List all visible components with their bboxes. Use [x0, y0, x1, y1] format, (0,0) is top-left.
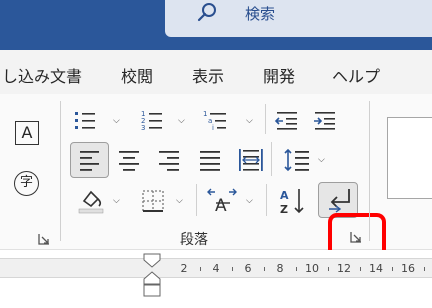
ruler-number: 6 [244, 262, 252, 275]
svg-text:Z: Z [280, 203, 288, 216]
chevron-down-icon[interactable]: ⌵ [113, 196, 120, 206]
ruler-number: 4 [212, 262, 220, 275]
styles-gallery-preview[interactable] [387, 117, 432, 199]
ruler-number: 16 [401, 262, 415, 275]
ruler-number: 12 [337, 262, 351, 275]
row-divider [196, 184, 197, 216]
increase-indent-icon[interactable] [312, 108, 340, 132]
paragraph-group-label: 段落 [180, 232, 208, 248]
tab-developer[interactable]: 開発 [263, 63, 295, 87]
svg-text:3: 3 [141, 124, 145, 132]
search-label[interactable]: 検索 [245, 3, 275, 24]
character-border-button[interactable]: A [15, 121, 39, 145]
indent-markers-icon[interactable] [143, 253, 161, 299]
font-dialog-launcher-icon[interactable] [37, 232, 51, 246]
svg-text:A: A [215, 196, 227, 214]
sort-icon[interactable]: A Z [278, 186, 308, 216]
asian-layout-icon[interactable]: A [205, 186, 239, 214]
ruler-tick [296, 267, 297, 271]
svg-text:A: A [280, 189, 289, 202]
row-divider [271, 142, 272, 176]
search-icon [197, 3, 216, 22]
tab-help[interactable]: ヘルプ [332, 63, 380, 87]
ruler-tick [232, 267, 233, 271]
tab-mailings[interactable]: し込み文書 [2, 63, 82, 87]
enclose-characters-glyph: 字 [19, 175, 33, 190]
shading-icon[interactable] [76, 186, 106, 214]
ruler-number: 8 [276, 262, 284, 275]
justify-icon[interactable] [198, 148, 222, 172]
ruler-tick [360, 267, 361, 271]
tab-view[interactable]: 表示 [192, 63, 224, 87]
ruler-tick [424, 267, 425, 271]
svg-text:1: 1 [203, 110, 207, 118]
multilevel-list-icon[interactable]: 1 a i [202, 108, 236, 132]
ruler-number: 10 [305, 262, 319, 275]
ruler-tick [392, 267, 393, 271]
decrease-indent-icon[interactable] [274, 108, 302, 132]
chevron-down-icon[interactable]: ⌵ [246, 116, 253, 126]
chevron-down-icon[interactable]: ⌵ [178, 116, 185, 126]
show-formatting-marks-icon [329, 189, 350, 213]
row-divider [265, 104, 266, 134]
ruler-tick [200, 267, 201, 271]
ruler-tick [264, 267, 265, 271]
line-spacing-icon[interactable] [283, 146, 313, 174]
enclose-characters-button[interactable]: 字 [14, 171, 39, 196]
ruler-number: 14 [369, 262, 383, 275]
character-border-glyph: A [21, 123, 33, 142]
distributed-icon[interactable] [237, 146, 265, 174]
align-center-icon[interactable] [117, 148, 141, 172]
numbering-icon[interactable]: 1 2 3 [140, 108, 170, 132]
ruler-tick [328, 267, 329, 271]
chevron-down-icon[interactable]: ⌵ [113, 116, 120, 126]
group-divider [369, 101, 370, 241]
chevron-down-icon[interactable]: ⌵ [318, 155, 325, 165]
group-divider [60, 101, 61, 241]
align-right-icon[interactable] [157, 148, 181, 172]
bullets-icon[interactable] [73, 108, 103, 132]
borders-icon[interactable] [140, 188, 168, 214]
chevron-down-icon[interactable]: ⌵ [176, 196, 183, 206]
chevron-down-icon[interactable]: ⌵ [246, 196, 253, 206]
align-left-icon [80, 151, 99, 171]
tab-review[interactable]: 校閲 [121, 63, 153, 87]
ruler-number: 2 [180, 262, 188, 275]
row-divider [266, 184, 267, 216]
svg-text:i: i [212, 124, 214, 132]
